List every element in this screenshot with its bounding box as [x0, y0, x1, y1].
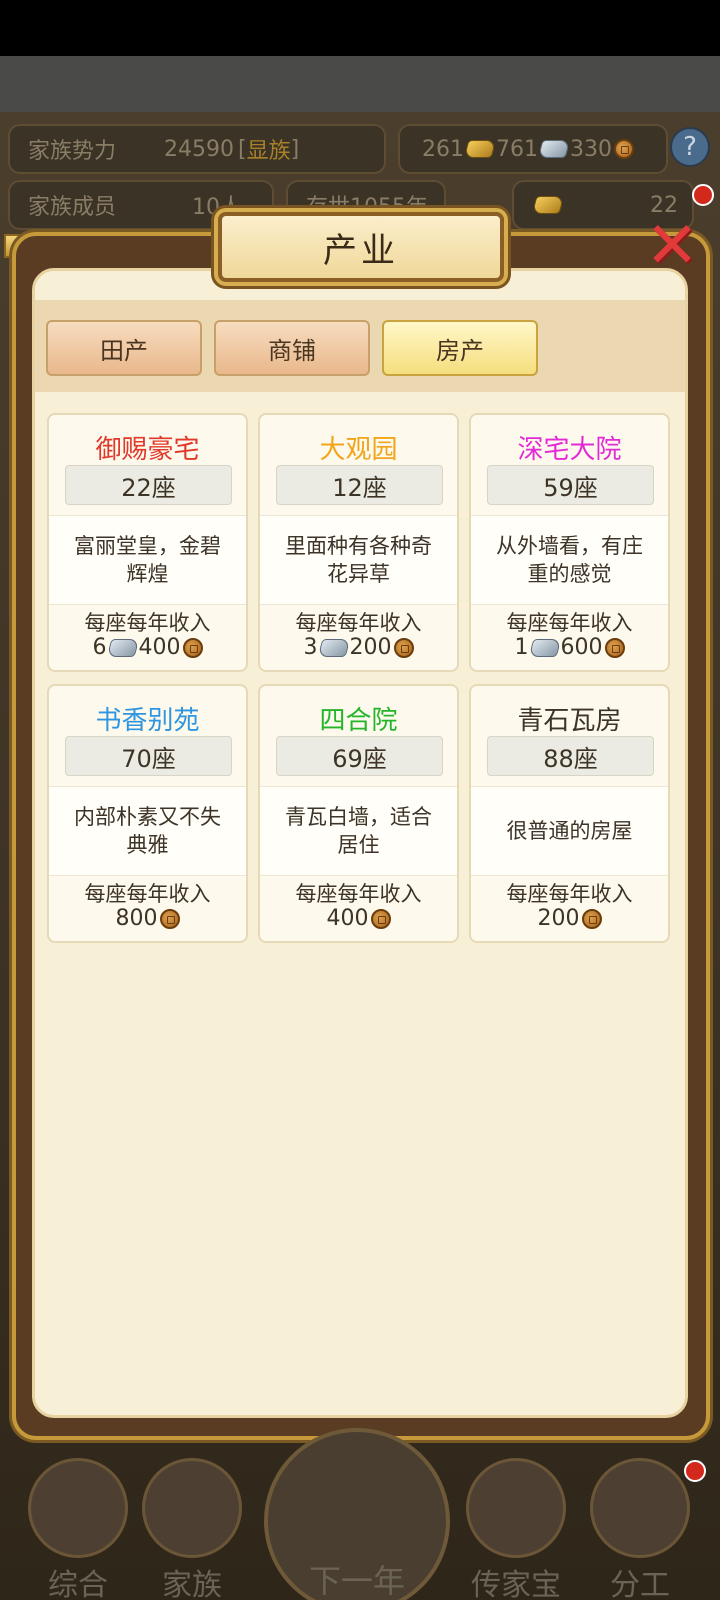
copper-coin-icon [370, 908, 391, 929]
panel-title-text: 产业 [323, 230, 399, 271]
property-name: 青石瓦房 [517, 706, 622, 736]
notification-dot [692, 184, 714, 206]
copper-coin-icon [614, 139, 634, 159]
copper-coin-icon [393, 637, 414, 658]
income-value: 3 200 [260, 635, 457, 660]
property-card[interactable]: 书香别苑 70座内部朴素又不失典雅每座每年收入 800 [47, 684, 248, 943]
clan-power-pill[interactable]: 家族势力 24590 [ 显族 ] [8, 124, 386, 174]
nav-heirloom[interactable]: 传家宝 [458, 1448, 574, 1600]
tab-shops[interactable]: 商铺 [214, 320, 370, 376]
property-card[interactable]: 深宅大院 59座 从外墙看，有庄重的感觉 每座每年收入 1 600 [469, 413, 670, 672]
person-icon [590, 1458, 690, 1558]
clan-rank-bracket-close: ] [290, 136, 300, 162]
nav-general-label: 综合 [48, 1568, 108, 1600]
property-name: 书香别苑 [95, 706, 200, 736]
silver-ingot-icon [106, 638, 139, 657]
copper-value: 330 [570, 136, 612, 162]
income-copper: 600 [560, 635, 603, 660]
income-silver: 1 [514, 635, 529, 660]
gold-ingot-icon [463, 140, 497, 158]
nav-heirloom-label: 传家宝 [471, 1568, 561, 1600]
property-count: 22座 [65, 465, 232, 505]
clan-power-value: 24590 [164, 136, 235, 162]
property-card[interactable]: 大观园 12座里面种有各种奇花异草每座每年收入 3 200 [258, 413, 459, 672]
gold-value: 261 [422, 136, 464, 162]
clan-rank: 显族 [246, 139, 291, 164]
property-description: 里面种有各种奇花异草 [260, 515, 457, 605]
silver-value: 761 [496, 136, 538, 162]
property-name: 深宅大院 [517, 435, 622, 465]
copper-coin-icon [159, 908, 180, 929]
income-copper: 200 [349, 635, 392, 660]
tab-houses-label: 房产 [436, 336, 484, 365]
income-silver: 3 [303, 635, 318, 660]
nav-next-year[interactable]: 下一年 [264, 1428, 450, 1600]
property-count: 88座 [487, 736, 654, 776]
income-copper: 400 [326, 906, 369, 931]
property-card[interactable]: 青石瓦房 88座很普通的房屋每座每年收入 200 [469, 684, 670, 943]
copper-coin-icon [604, 637, 625, 658]
nav-next-year-label: 下一年 [308, 1562, 405, 1600]
currency-pill: 261 761 330 [398, 124, 668, 174]
income-value: 800 [49, 906, 246, 931]
clan-power-label: 家族势力 [28, 139, 117, 164]
property-card[interactable]: 御赐豪宅 22座富丽堂皇，金碧辉煌每座每年收入 6 400 [47, 413, 248, 672]
tab-shops-label: 商铺 [268, 336, 316, 365]
nav-clan[interactable]: 家族 [134, 1448, 250, 1600]
income-value: 1 600 [471, 635, 668, 660]
heirloom-icon [466, 1458, 566, 1558]
income-label: 每座每年收入 [84, 882, 211, 906]
income-silver: 6 [92, 635, 107, 660]
gold-ingot-icon [531, 196, 565, 214]
nav-division[interactable]: 分工 [582, 1448, 698, 1600]
nav-clan-label: 家族 [162, 1568, 222, 1600]
property-name: 四合院 [319, 706, 398, 736]
property-count: 70座 [65, 736, 232, 776]
silver-ingot-icon [537, 140, 571, 158]
property-card[interactable]: 四合院 69座青瓦白墙，适合居住每座每年收入 400 [258, 684, 459, 943]
status-bar [0, 0, 720, 56]
income-value: 200 [471, 906, 668, 931]
nav-notification-dot [684, 1460, 706, 1482]
property-description: 青瓦白墙，适合居住 [260, 786, 457, 876]
property-count: 59座 [487, 465, 654, 505]
property-description: 从外墙看，有庄重的感觉 [471, 515, 668, 605]
ancestral-hall-icon [142, 1458, 242, 1558]
tab-houses[interactable]: 房产 [382, 320, 538, 376]
panel-title: 产业 [218, 212, 504, 282]
nav-division-label: 分工 [610, 1568, 670, 1600]
scroll-icon [28, 1458, 128, 1558]
copper-coin-icon [581, 908, 602, 929]
tab-farmland[interactable]: 田产 [46, 320, 202, 376]
help-icon[interactable]: ? [670, 127, 710, 167]
clan-rank-bracket-open: [ [238, 136, 247, 162]
nav-general[interactable]: 综合 [20, 1448, 136, 1600]
property-count: 69座 [276, 736, 443, 776]
income-value: 400 [260, 906, 457, 931]
silver-ingot-icon [317, 638, 350, 657]
property-description: 富丽堂皇，金碧辉煌 [49, 515, 246, 605]
members-label: 家族成员 [28, 195, 117, 220]
income-label: 每座每年收入 [506, 882, 633, 906]
property-name: 御赐豪宅 [95, 435, 200, 465]
silver-ingot-icon [528, 638, 561, 657]
property-description: 很普通的房屋 [471, 786, 668, 876]
income-label: 每座每年收入 [295, 882, 422, 906]
close-icon[interactable]: ✕ [636, 210, 708, 282]
income-label: 每座每年收入 [84, 611, 211, 635]
property-count: 12座 [276, 465, 443, 505]
income-label: 每座每年收入 [506, 611, 633, 635]
income-copper: 800 [115, 906, 158, 931]
income-copper: 400 [138, 635, 181, 660]
property-description: 内部朴素又不失典雅 [49, 786, 246, 876]
income-copper: 200 [537, 906, 580, 931]
tab-farmland-label: 田产 [100, 336, 148, 365]
copper-coin-icon [182, 637, 203, 658]
income-label: 每座每年收入 [295, 611, 422, 635]
property-name: 大观园 [319, 435, 398, 465]
top-band [0, 56, 720, 112]
income-value: 6 400 [49, 635, 246, 660]
